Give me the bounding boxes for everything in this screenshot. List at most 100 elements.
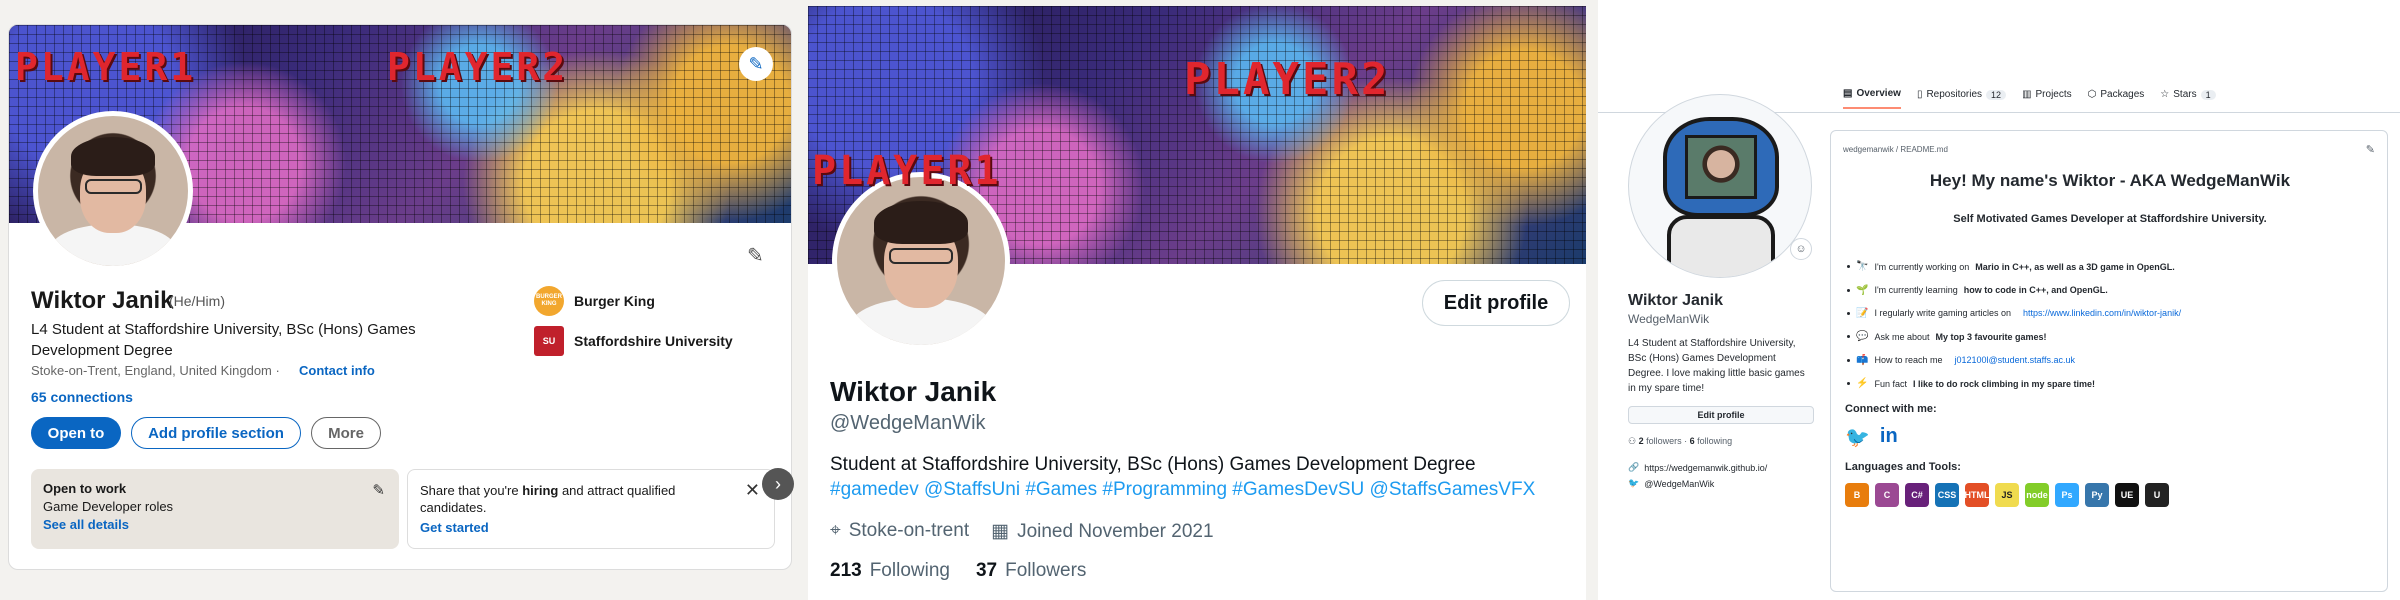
linkedin-profile-card: PLAYER1 PLAYER2 ✎ ✎ Wiktor Janik (He/Him…: [8, 24, 792, 570]
readme-link[interactable]: j012100l@student.staffs.ac.uk: [1954, 355, 2075, 365]
company-burger-king[interactable]: BURGER KING Burger King: [534, 286, 655, 316]
staffordshire-university-logo-icon: SU: [534, 326, 564, 356]
location: Stoke-on-Trent, England, United Kingdom …: [31, 363, 280, 378]
linkedin-avatar[interactable]: [33, 111, 193, 271]
twitter-link[interactable]: 🐦 @WedgeManWik: [1628, 478, 1714, 489]
tool-badge-icon: HTML: [1965, 483, 1990, 507]
readme-subtitle: Self Motivated Games Developer at Staffo…: [1953, 213, 2267, 225]
bullet-dot: [1847, 382, 1850, 386]
readme-path[interactable]: wedgemanwik / README.md: [1843, 145, 1948, 154]
emoji-icon: ⚡: [1856, 378, 1869, 390]
set-status-smiley-icon[interactable]: ☺: [1790, 238, 1812, 260]
profile-meta: ⌖ Stoke-on-trent ▦ Joined November 2021: [830, 520, 1214, 543]
profile-hashtags[interactable]: #gamedev @StaffsUni #Games #Programming …: [830, 477, 1570, 502]
github-avatar[interactable]: [1628, 94, 1812, 278]
tools-heading: Languages and Tools:: [1845, 461, 1961, 473]
headline: L4 Student at Staffordshire University, …: [31, 321, 416, 359]
readme-list-item: 💬 Ask me about My top 3 favourite games!: [1847, 325, 2367, 348]
edit-profile-button[interactable]: Edit profile: [1422, 280, 1570, 326]
bullet-dot: [1847, 311, 1850, 315]
contact-info-link[interactable]: Contact info: [299, 363, 375, 378]
connect-heading: Connect with me:: [1845, 403, 1937, 415]
open-to-work-card[interactable]: Open to work Game Developer roles See al…: [31, 469, 399, 549]
tool-badge-icon: UE: [2115, 483, 2139, 507]
edit-readme-pencil-icon[interactable]: ✎: [2366, 143, 2375, 156]
banner-player2-text: PLAYER2: [1184, 54, 1391, 105]
github-profile-card: ▤ Overview ▯ Repositories 12 ▥ Projects ⬡ Pac…: [1598, 0, 2400, 600]
bullet-dot: [1847, 335, 1850, 339]
tool-badge-icon: B: [1845, 483, 1869, 507]
readme-title: Hey! My name's Wiktor - AKA WedgeManWik: [1929, 171, 2291, 190]
follow-stats: ⚇ 2 followers · 6 following: [1628, 436, 1733, 446]
tab-repositories[interactable]: ▯ Repositories 12: [1916, 88, 2007, 109]
tool-badge-icon: U: [2145, 483, 2169, 507]
tool-badge-icon: node: [2025, 483, 2049, 507]
emoji-icon: 🔭: [1856, 261, 1869, 273]
close-icon[interactable]: ✕: [745, 480, 760, 501]
more-button[interactable]: More: [311, 417, 381, 449]
tool-badge-icon: Ps: [2055, 483, 2079, 507]
tool-badge-icon: C: [1875, 483, 1899, 507]
carousel-next-arrow-icon[interactable]: ›: [762, 468, 794, 500]
burger-king-logo-icon: BURGER KING: [534, 286, 564, 316]
repo-icon: ▯: [1916, 89, 1923, 100]
readme-link[interactable]: https://www.linkedin.com/in/wiktor-janik…: [2023, 308, 2181, 318]
emoji-icon: 💬: [1856, 331, 1869, 343]
connections-link[interactable]: 65 connections: [31, 389, 133, 405]
bullet-dot: [1847, 358, 1850, 362]
emoji-icon: 📫: [1856, 354, 1869, 366]
edit-intro-pencil-icon[interactable]: ✎: [747, 243, 764, 268]
twitter-icon[interactable]: 🐦: [1845, 425, 1870, 450]
followers-count[interactable]: 2: [1639, 436, 1644, 446]
following-link[interactable]: 213 Following: [830, 560, 950, 582]
edit-open-to-work-pencil-icon[interactable]: ✎: [372, 481, 385, 499]
joined-item: ▦ Joined November 2021: [991, 521, 1214, 542]
profile-tabs: ▤ Overview ▯ Repositories 12 ▥ Projects ⬡ Pac…: [1843, 88, 2216, 109]
company-name: Burger King: [574, 293, 655, 309]
book-icon: ▤: [1843, 88, 1853, 99]
see-all-details-link[interactable]: See all details: [43, 517, 387, 532]
twitter-avatar[interactable]: [832, 172, 1010, 350]
company-name: Staffordshire University: [574, 333, 733, 349]
project-icon: ▥: [2022, 89, 2032, 100]
tools-icons: B C C# CSS HTML JS node Ps Py UE U: [1845, 483, 2169, 507]
calendar-icon: ▦: [991, 521, 1010, 542]
tool-badge-icon: CSS: [1935, 483, 1959, 507]
emoji-icon: 📝: [1856, 307, 1869, 319]
banner-player1-text: PLAYER1: [812, 148, 1002, 194]
profile-login: WedgeManWik: [1628, 312, 1710, 326]
add-profile-section-button[interactable]: Add profile section: [131, 417, 301, 449]
readme-panel: wedgemanwik / README.md ✎ Hey! My name's…: [1830, 130, 2388, 592]
edit-banner-pencil-icon[interactable]: ✎: [739, 47, 773, 81]
bullet-dot: [1847, 265, 1850, 269]
follow-stats: 213 Following 37 Followers: [830, 560, 1086, 582]
company-staffordshire-university[interactable]: SU Staffordshire University: [534, 326, 733, 356]
followers-link[interactable]: 37 Followers: [976, 560, 1086, 582]
profile-name: Wiktor Janik: [830, 376, 997, 407]
tab-projects[interactable]: ▥ Projects: [2022, 88, 2072, 109]
tab-stars[interactable]: ☆ Stars 1: [2160, 88, 2216, 109]
profile-handle: @WedgeManWik: [830, 412, 986, 434]
readme-list-item: 🔭 I'm currently working on Mario in C++, …: [1847, 255, 2367, 278]
star-icon: ☆: [2160, 89, 2170, 100]
get-started-link[interactable]: Get started: [420, 520, 762, 535]
following-count[interactable]: 6: [1690, 436, 1695, 446]
banner-player2-text: PLAYER2: [387, 45, 569, 89]
banner-player1-text: PLAYER1: [15, 45, 197, 89]
linkedin-icon[interactable]: in: [1880, 425, 1898, 450]
twitter-profile-card: PLAYER2 PLAYER1 Edit profile Wiktor Jani…: [808, 6, 1586, 600]
tool-badge-icon: C#: [1905, 483, 1929, 507]
tab-packages[interactable]: ⬡ Packages: [2088, 88, 2145, 109]
profile-collage: PLAYER1 PLAYER2 ✎ ✎ Wiktor Janik (He/Him…: [0, 0, 2400, 600]
readme-list-item: 📝 I regularly write gaming articles on ht…: [1847, 302, 2367, 325]
profile-name: Wiktor Janik: [1628, 292, 1723, 309]
open-to-button[interactable]: Open to: [31, 417, 121, 449]
edit-profile-button[interactable]: Edit profile: [1628, 406, 1814, 424]
readme-list-item: 🌱 I'm currently learning how to code in C…: [1847, 278, 2367, 301]
pronouns: (He/Him): [169, 293, 225, 309]
emoji-icon: 🌱: [1856, 284, 1869, 296]
share-hiring-text: Share that you're hiring and attract qua…: [420, 483, 676, 515]
tab-overview[interactable]: ▤ Overview: [1843, 88, 1901, 109]
website-link[interactable]: 🔗 https://wedgemanwik.github.io/: [1628, 462, 1767, 473]
open-to-work-title: Open to work: [43, 481, 127, 496]
